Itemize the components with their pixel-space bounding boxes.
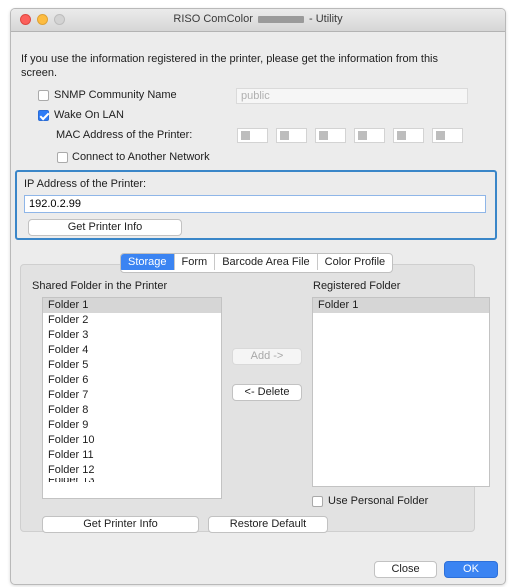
use-personal-folder-checkbox[interactable] — [312, 496, 323, 507]
mac-field-2[interactable] — [276, 128, 307, 143]
mac-field-6[interactable] — [432, 128, 463, 143]
list-item[interactable]: Folder 10 — [43, 433, 221, 448]
redacted-model-name — [257, 15, 304, 23]
list-item[interactable]: Folder 1 — [313, 298, 489, 313]
mac-field-1[interactable] — [237, 128, 268, 143]
wake-on-lan-checkbox[interactable] — [38, 110, 49, 121]
list-item[interactable]: Folder 1 — [43, 298, 221, 313]
list-item[interactable]: Folder 3 — [43, 328, 221, 343]
snmp-community-input[interactable] — [236, 88, 468, 104]
mac-field-5[interactable] — [393, 128, 424, 143]
mac-address-label: MAC Address of the Printer: — [56, 129, 193, 141]
add-button[interactable]: Add -> — [232, 348, 302, 365]
get-printer-info-button[interactable]: Get Printer Info — [42, 516, 199, 533]
ip-address-input[interactable] — [24, 195, 486, 213]
ip-get-printer-info-button[interactable]: Get Printer Info — [28, 219, 182, 236]
use-personal-folder-label: Use Personal Folder — [328, 495, 429, 507]
ip-address-label: IP Address of the Printer: — [24, 178, 147, 190]
snmp-label: SNMP Community Name — [54, 89, 177, 101]
restore-default-button[interactable]: Restore Default — [208, 516, 328, 533]
close-button[interactable]: Close — [374, 561, 437, 578]
shared-folder-list[interactable]: Folder 1 Folder 2 Folder 3 Folder 4 Fold… — [42, 297, 222, 499]
title-bar[interactable]: RISO ComColor - Utility — [11, 9, 505, 32]
tab-barcode-area-file[interactable]: Barcode Area File — [215, 254, 318, 270]
registered-folder-label: Registered Folder — [313, 280, 401, 292]
ok-button[interactable]: OK — [444, 561, 498, 578]
mac-field-4[interactable] — [354, 128, 385, 143]
wake-on-lan-label: Wake On LAN — [54, 109, 124, 121]
connect-another-network-label: Connect to Another Network — [72, 151, 210, 163]
shared-folder-label: Shared Folder in the Printer — [32, 280, 168, 292]
tab-color-profile[interactable]: Color Profile — [318, 254, 393, 270]
list-item[interactable]: Folder 8 — [43, 403, 221, 418]
mac-field-3[interactable] — [315, 128, 346, 143]
window-title-prefix: RISO ComColor — [173, 13, 253, 25]
tab-bar: Storage Form Barcode Area File Color Pro… — [120, 253, 394, 273]
list-item[interactable]: Folder 4 — [43, 343, 221, 358]
window-title-suffix: - Utility — [308, 13, 343, 25]
list-item[interactable]: Folder 9 — [43, 418, 221, 433]
list-item[interactable]: Folder 11 — [43, 448, 221, 463]
window-title: RISO ComColor - Utility — [11, 13, 505, 25]
delete-button[interactable]: <- Delete — [232, 384, 302, 401]
snmp-checkbox[interactable] — [38, 90, 49, 101]
list-item[interactable]: Folder 5 — [43, 358, 221, 373]
tab-form[interactable]: Form — [175, 254, 216, 270]
list-item[interactable]: Folder 12 — [43, 463, 221, 478]
connect-another-network-checkbox[interactable] — [57, 152, 68, 163]
registered-folder-list[interactable]: Folder 1 — [312, 297, 490, 487]
list-item[interactable]: Folder 2 — [43, 313, 221, 328]
list-item[interactable]: Folder 13 — [43, 478, 221, 482]
list-item[interactable]: Folder 6 — [43, 373, 221, 388]
list-item[interactable]: Folder 7 — [43, 388, 221, 403]
tab-storage[interactable]: Storage — [121, 254, 175, 270]
intro-text: If you use the information registered in… — [21, 53, 439, 79]
